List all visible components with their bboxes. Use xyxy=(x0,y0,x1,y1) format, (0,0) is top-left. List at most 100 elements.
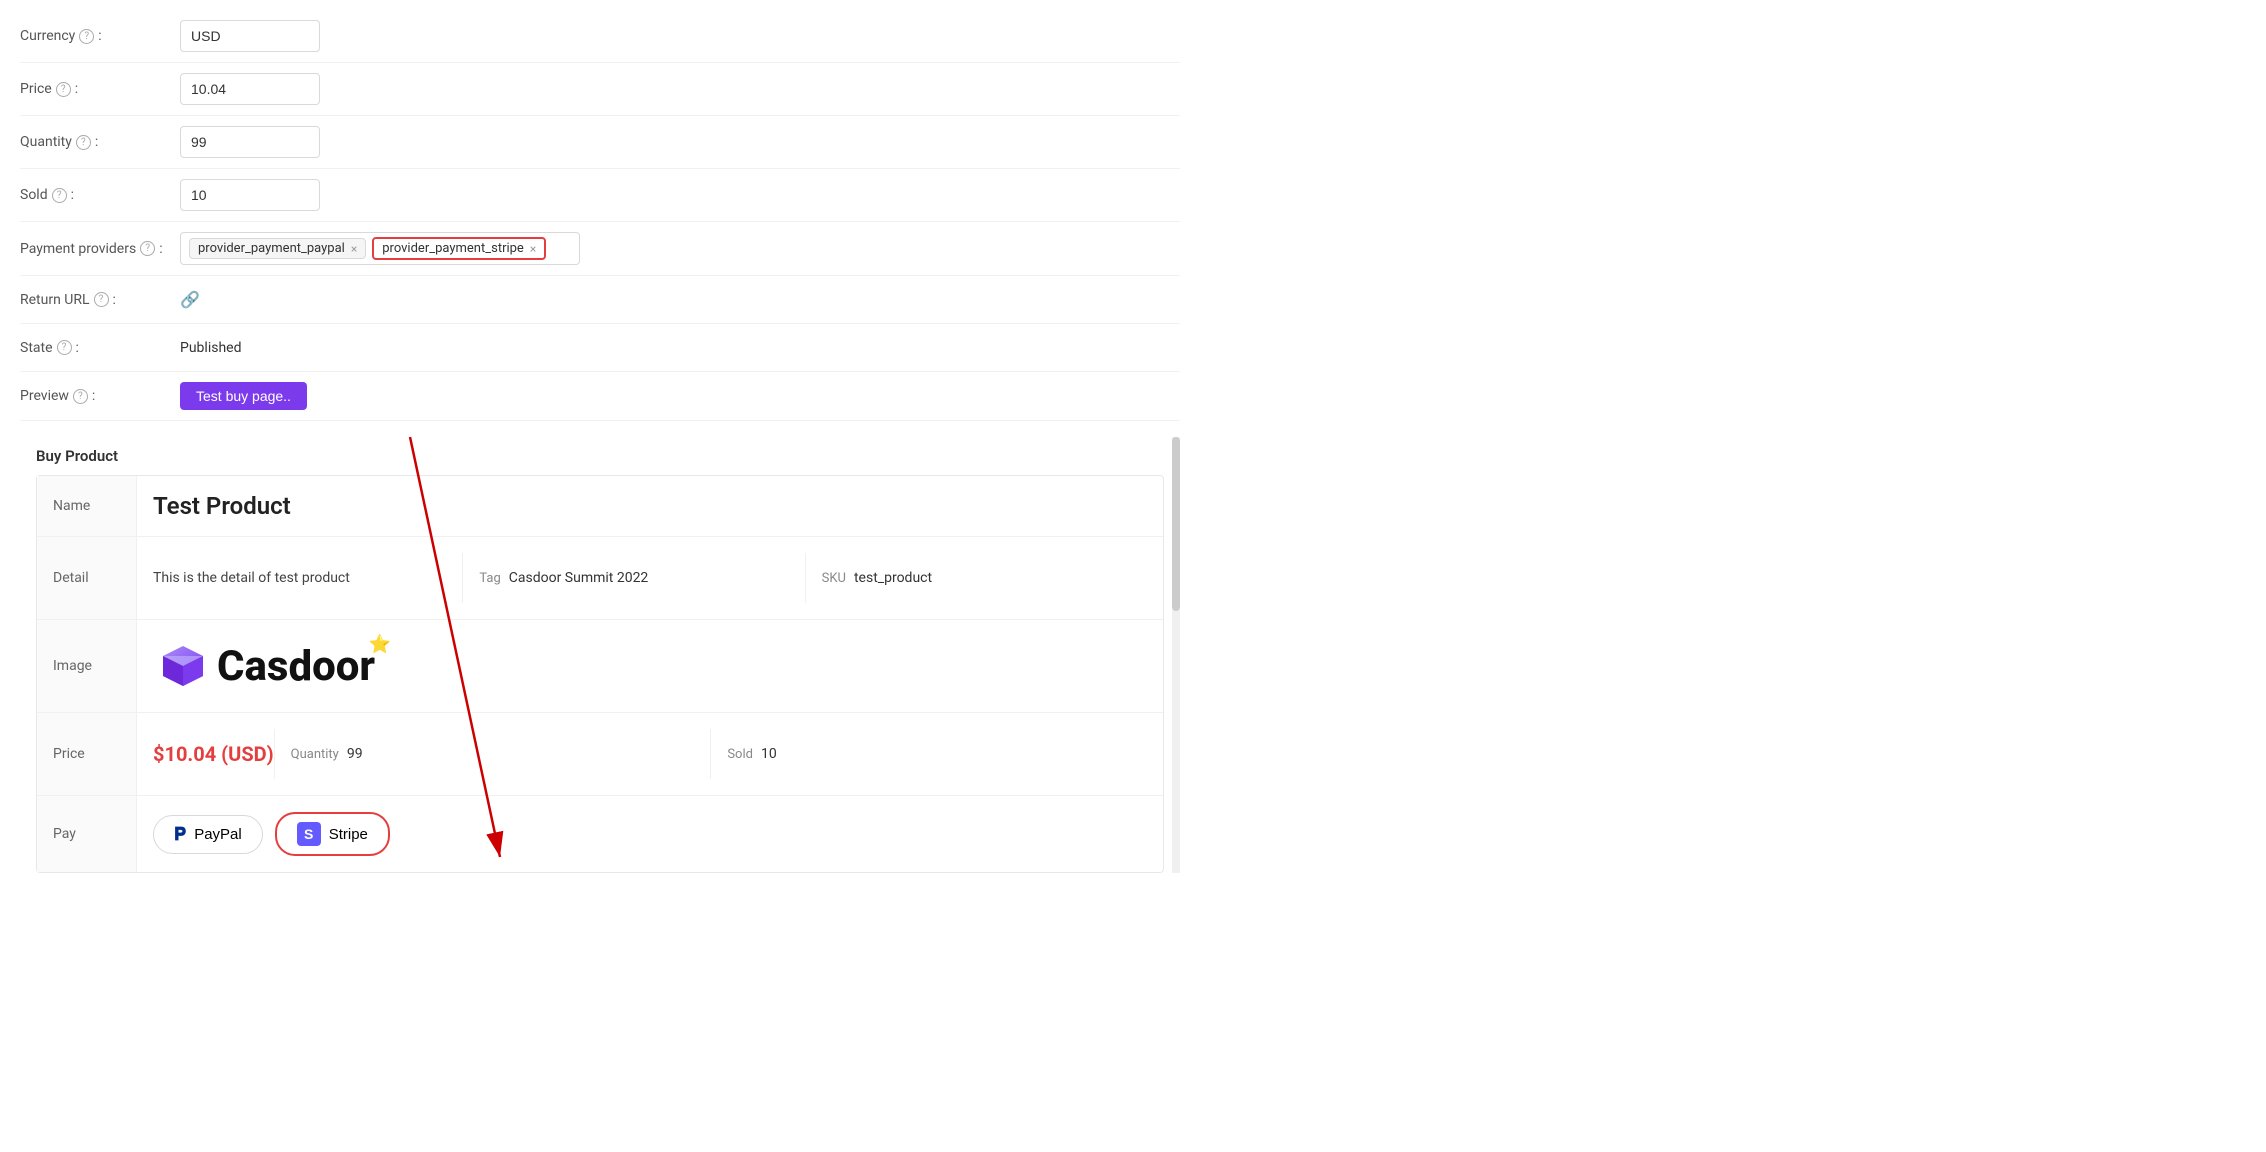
product-name-label: Name xyxy=(37,476,137,536)
casdoor-logo: Casdoor ⭐ xyxy=(153,636,375,696)
price-input[interactable] xyxy=(180,73,320,105)
quantity-row: Quantity ?: xyxy=(20,116,1180,169)
return-url-value: 🔗 xyxy=(180,290,1180,309)
tag-cell: Tag Casdoor Summit 2022 xyxy=(462,553,804,603)
product-detail-row: Detail This is the detail of test produc… xyxy=(37,537,1163,620)
product-price-text: $10.04 (USD) xyxy=(153,742,274,766)
stripe-tag: provider_payment_stripe × xyxy=(372,237,546,260)
product-detail-label: Detail xyxy=(37,537,137,619)
preview-label-text: Preview xyxy=(20,388,69,404)
preview-row: Preview ?: Test buy page.. xyxy=(20,372,1180,421)
sku-cell-label: SKU xyxy=(822,571,846,586)
sold-label: Sold ?: xyxy=(20,187,180,203)
quantity-input[interactable] xyxy=(180,126,320,158)
product-card: Name Test Product Detail This is the det… xyxy=(36,475,1164,873)
product-image-row: Image xyxy=(37,620,1163,713)
return-url-label-text: Return URL xyxy=(20,292,90,308)
preview-value: Test buy page.. xyxy=(180,382,1180,410)
product-pay-content: 𝐏 PayPal S Stripe xyxy=(137,796,1163,872)
paypal-tag-close[interactable]: × xyxy=(351,242,357,256)
link-icon: 🔗 xyxy=(180,290,200,309)
tag-cell-value: Casdoor Summit 2022 xyxy=(509,570,649,586)
payment-providers-label: Payment providers ?: xyxy=(20,241,180,257)
paypal-pay-button[interactable]: 𝐏 PayPal xyxy=(153,815,263,854)
main-form: Currency ?: Price ?: Quantity ?: Sold ?: xyxy=(0,0,1200,899)
currency-row: Currency ?: xyxy=(20,10,1180,63)
sold-help-icon[interactable]: ? xyxy=(52,188,67,203)
state-help-icon[interactable]: ? xyxy=(57,340,72,355)
scrollbar[interactable] xyxy=(1172,437,1180,873)
test-buy-page-button[interactable]: Test buy page.. xyxy=(180,382,307,410)
paypal-tag-text: provider_payment_paypal xyxy=(198,241,345,256)
product-detail-text: This is the detail of test product xyxy=(153,570,462,586)
state-value: Published xyxy=(180,340,1180,356)
quantity-cell-label: Quantity xyxy=(291,747,339,762)
return-url-label: Return URL ?: xyxy=(20,292,180,308)
price-help-icon[interactable]: ? xyxy=(56,82,71,97)
quantity-label-text: Quantity xyxy=(20,134,72,150)
currency-value xyxy=(180,20,1180,52)
star-icon: ⭐ xyxy=(369,634,391,655)
paypal-tag: provider_payment_paypal × xyxy=(189,238,366,259)
product-pay-label: Pay xyxy=(37,796,137,872)
paypal-icon: 𝐏 xyxy=(174,824,186,845)
product-name-content: Test Product xyxy=(137,476,1163,536)
state-text: Published xyxy=(180,340,241,356)
payment-providers-value: provider_payment_paypal × provider_payme… xyxy=(180,232,1180,265)
price-value xyxy=(180,73,1180,105)
sku-cell: SKU test_product xyxy=(805,553,1147,603)
product-price-content: $10.04 (USD) Quantity 99 Sold 10 xyxy=(137,713,1163,795)
sold-cell-value: 10 xyxy=(761,746,777,762)
price-label-text: Price xyxy=(20,81,52,97)
preview-help-icon[interactable]: ? xyxy=(73,389,88,404)
stripe-icon: S xyxy=(297,822,321,846)
sold-cell-label: Sold xyxy=(727,747,753,762)
payment-providers-container[interactable]: provider_payment_paypal × provider_payme… xyxy=(180,232,580,265)
buy-product-wrapper: Buy Product Name Test Product Detail Thi… xyxy=(20,437,1180,873)
sold-row: Sold ?: xyxy=(20,169,1180,222)
payment-providers-label-text: Payment providers xyxy=(20,241,136,257)
product-image-content: Casdoor ⭐ xyxy=(137,620,1163,712)
sku-cell-value: test_product xyxy=(854,570,932,586)
quantity-cell: Quantity 99 xyxy=(274,729,711,779)
casdoor-logo-text: Casdoor xyxy=(217,642,375,691)
product-pay-row: Pay 𝐏 PayPal S Stripe xyxy=(37,796,1163,872)
stripe-pay-button[interactable]: S Stripe xyxy=(275,812,390,856)
payment-providers-row: Payment providers ?: provider_payment_pa… xyxy=(20,222,1180,276)
sold-label-text: Sold xyxy=(20,187,48,203)
return-url-row: Return URL ?: 🔗 xyxy=(20,276,1180,324)
stripe-tag-close[interactable]: × xyxy=(530,242,536,256)
product-name-text: Test Product xyxy=(153,492,291,520)
state-label-text: State xyxy=(20,340,53,356)
stripe-button-label: Stripe xyxy=(329,826,368,843)
product-price-label: Price xyxy=(37,713,137,795)
quantity-help-icon[interactable]: ? xyxy=(76,135,91,150)
stripe-tag-text: provider_payment_stripe xyxy=(382,241,524,256)
price-label: Price ?: xyxy=(20,81,180,97)
product-price-row: Price $10.04 (USD) Quantity 99 Sold 10 xyxy=(37,713,1163,796)
quantity-label: Quantity ?: xyxy=(20,134,180,150)
preview-label: Preview ?: xyxy=(20,388,180,404)
sold-cell: Sold 10 xyxy=(710,729,1147,779)
product-name-row: Name Test Product xyxy=(37,476,1163,537)
price-row: Price ?: xyxy=(20,63,1180,116)
tag-cell-label: Tag xyxy=(479,571,500,586)
state-row: State ?: Published xyxy=(20,324,1180,372)
quantity-value xyxy=(180,126,1180,158)
section-title: Buy Product xyxy=(20,437,1180,475)
currency-label-text: Currency xyxy=(20,28,75,44)
scrollbar-thumb xyxy=(1172,437,1180,611)
quantity-cell-value: 99 xyxy=(347,746,363,762)
currency-label: Currency ?: xyxy=(20,28,180,44)
pay-buttons-container: 𝐏 PayPal S Stripe xyxy=(153,812,390,856)
return-url-help-icon[interactable]: ? xyxy=(94,292,109,307)
currency-input[interactable] xyxy=(180,20,320,52)
payment-providers-help-icon[interactable]: ? xyxy=(140,241,155,256)
sold-input[interactable] xyxy=(180,179,320,211)
currency-help-icon[interactable]: ? xyxy=(79,29,94,44)
casdoor-cube-icon xyxy=(153,636,213,696)
sold-value xyxy=(180,179,1180,211)
state-label: State ?: xyxy=(20,340,180,356)
paypal-button-label: PayPal xyxy=(194,826,242,843)
product-image-label: Image xyxy=(37,620,137,712)
